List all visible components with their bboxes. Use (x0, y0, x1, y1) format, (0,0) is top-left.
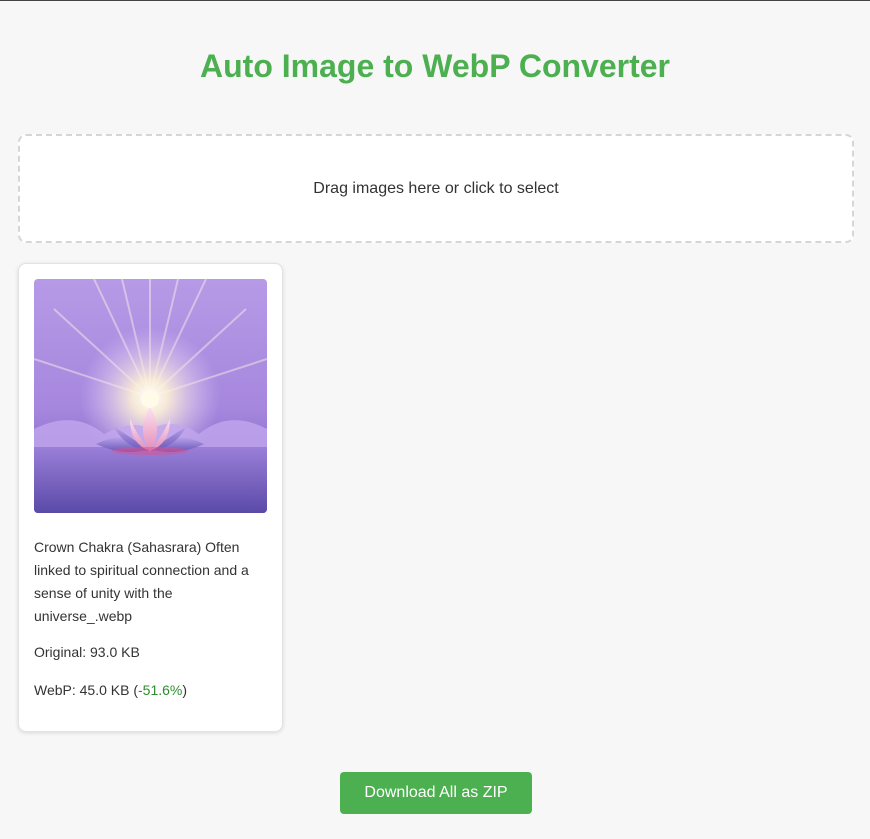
image-thumbnail[interactable] (34, 279, 267, 513)
converted-image-card: Crown Chakra (Sahasrara) Often linked to… (18, 263, 283, 732)
webp-size-close: ) (182, 682, 188, 698)
image-dropzone[interactable]: Drag images here or click to select (18, 134, 854, 243)
page-title: Auto Image to WebP Converter (200, 48, 670, 84)
file-name: Crown Chakra (Sahasrara) Often linked to… (34, 539, 249, 624)
size-reduction-percent: -51.6% (138, 682, 183, 698)
original-size: Original: 93.0 KB (34, 644, 140, 660)
dropzone-label: Drag images here or click to select (313, 179, 559, 197)
webp-size-label: WebP: 45.0 KB ( (34, 682, 139, 698)
webp-size: WebP: 45.0 KB (-51.6%) (34, 682, 187, 698)
window-top-border (0, 0, 870, 1)
download-zip-button[interactable]: Download All as ZIP (340, 772, 532, 814)
